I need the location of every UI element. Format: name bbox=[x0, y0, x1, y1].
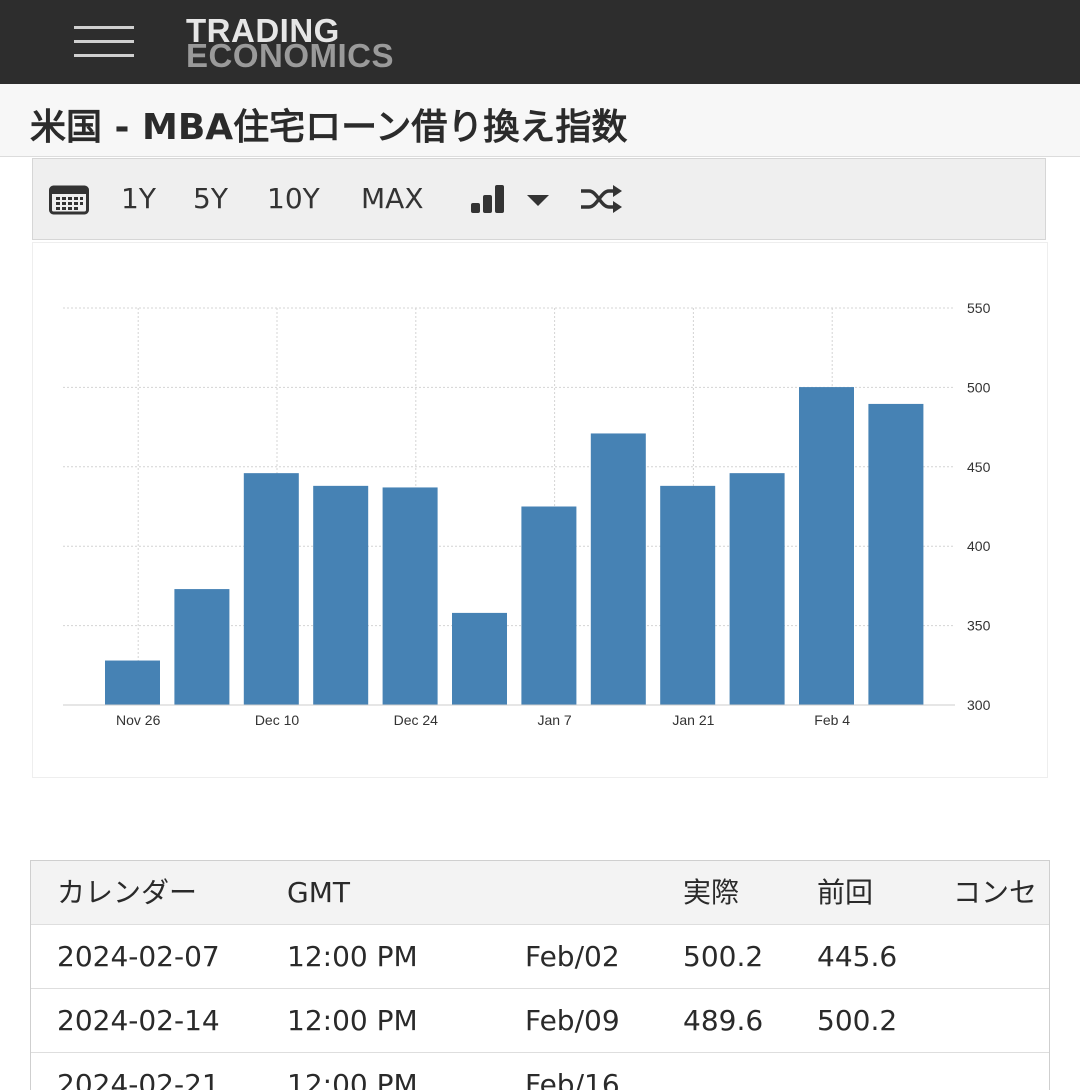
chart-toolbar: 1Y 5Y 10Y MAX bbox=[32, 158, 1046, 240]
cell-reference: Feb/16 bbox=[525, 1068, 620, 1090]
shuffle-icon[interactable] bbox=[579, 183, 623, 215]
table-row[interactable]: 2024-02-07 12:00 PM Feb/02 500.2 445.6 bbox=[31, 925, 1049, 989]
cell-date: 2024-02-07 bbox=[57, 940, 220, 973]
range-1y-button[interactable]: 1Y bbox=[121, 159, 156, 239]
chart-bar bbox=[105, 660, 160, 705]
chart-bar bbox=[590, 433, 646, 705]
logo-line-2: ECONOMICS bbox=[186, 37, 395, 74]
chart-bar bbox=[660, 485, 716, 705]
cell-time: 12:00 PM bbox=[287, 1068, 418, 1090]
cell-actual: 500.2 bbox=[683, 940, 764, 973]
page-title: 米国 - MBA住宅ローン借り換え指数 bbox=[30, 107, 628, 148]
header-previous: 前回 bbox=[817, 876, 874, 909]
header-actual: 実際 bbox=[683, 876, 740, 909]
bar-chart-icon[interactable] bbox=[471, 185, 509, 213]
chart-bar bbox=[521, 506, 577, 705]
cell-reference: Feb/09 bbox=[525, 1004, 620, 1037]
chart-bar bbox=[382, 487, 438, 705]
bar-chart: 300 350 400 450 500 550 Nov 26 Dec 10 Dec 24 Jan … bbox=[63, 300, 991, 728]
trading-economics-logo[interactable]: TRADING ECONOMICS bbox=[186, 14, 394, 72]
title-bar: 米国 - MBA住宅ローン借り換え指数 bbox=[0, 84, 1080, 157]
y-tick-label: 300 bbox=[967, 697, 991, 713]
cell-previous: 445.6 bbox=[817, 940, 898, 973]
chevron-down-icon[interactable] bbox=[527, 195, 549, 207]
chart-bar bbox=[452, 612, 507, 705]
x-tick-label: Feb 4 bbox=[814, 712, 850, 728]
chart-bar bbox=[729, 473, 785, 705]
chart-bar bbox=[313, 485, 369, 705]
y-tick-label: 400 bbox=[967, 538, 991, 554]
cell-actual: 489.6 bbox=[683, 1004, 764, 1037]
cell-previous: 500.2 bbox=[817, 1004, 898, 1037]
table-header-row: カレンダー GMT 実際 前回 コンセ bbox=[31, 861, 1049, 925]
y-tick-label: 500 bbox=[967, 379, 991, 395]
calendar-table: カレンダー GMT 実際 前回 コンセ 2024-02-07 12:00 PM … bbox=[30, 860, 1050, 1090]
header-gmt: GMT bbox=[287, 876, 350, 909]
x-tick-label: Jan 21 bbox=[672, 712, 714, 728]
chart-bar bbox=[868, 403, 924, 705]
x-tick-label: Dec 24 bbox=[394, 712, 439, 728]
y-tick-label: 550 bbox=[967, 300, 991, 316]
header-calendar: カレンダー bbox=[57, 876, 198, 909]
cell-date: 2024-02-14 bbox=[57, 1004, 220, 1037]
header-consensus: コンセ bbox=[953, 876, 1038, 909]
hamburger-menu-icon[interactable] bbox=[74, 26, 134, 60]
y-tick-label: 450 bbox=[967, 459, 991, 475]
table-row[interactable]: 2024-02-21 12:00 PM Feb/16 bbox=[31, 1053, 1049, 1090]
cell-reference: Feb/02 bbox=[525, 940, 620, 973]
menu-line bbox=[74, 26, 134, 29]
range-10y-button[interactable]: 10Y bbox=[267, 159, 320, 239]
cell-date: 2024-02-21 bbox=[57, 1068, 220, 1090]
chart-bar bbox=[174, 589, 230, 705]
chart-area: 300 350 400 450 500 550 Nov 26 Dec 10 Dec 24 Jan … bbox=[32, 242, 1048, 778]
x-tick-label: Dec 10 bbox=[255, 712, 300, 728]
chart-bar bbox=[243, 473, 299, 705]
cell-time: 12:00 PM bbox=[287, 940, 418, 973]
menu-line bbox=[74, 54, 134, 57]
y-tick-label: 350 bbox=[967, 618, 991, 634]
chart-bar bbox=[799, 387, 854, 705]
cell-time: 12:00 PM bbox=[287, 1004, 418, 1037]
range-5y-button[interactable]: 5Y bbox=[193, 159, 228, 239]
menu-line bbox=[74, 40, 134, 43]
range-max-button[interactable]: MAX bbox=[361, 159, 424, 239]
x-tick-label: Nov 26 bbox=[116, 712, 161, 728]
x-tick-label: Jan 7 bbox=[537, 712, 571, 728]
table-row[interactable]: 2024-02-14 12:00 PM Feb/09 489.6 500.2 bbox=[31, 989, 1049, 1053]
calendar-icon[interactable] bbox=[49, 185, 89, 215]
top-navigation-bar: TRADING ECONOMICS bbox=[0, 0, 1080, 84]
